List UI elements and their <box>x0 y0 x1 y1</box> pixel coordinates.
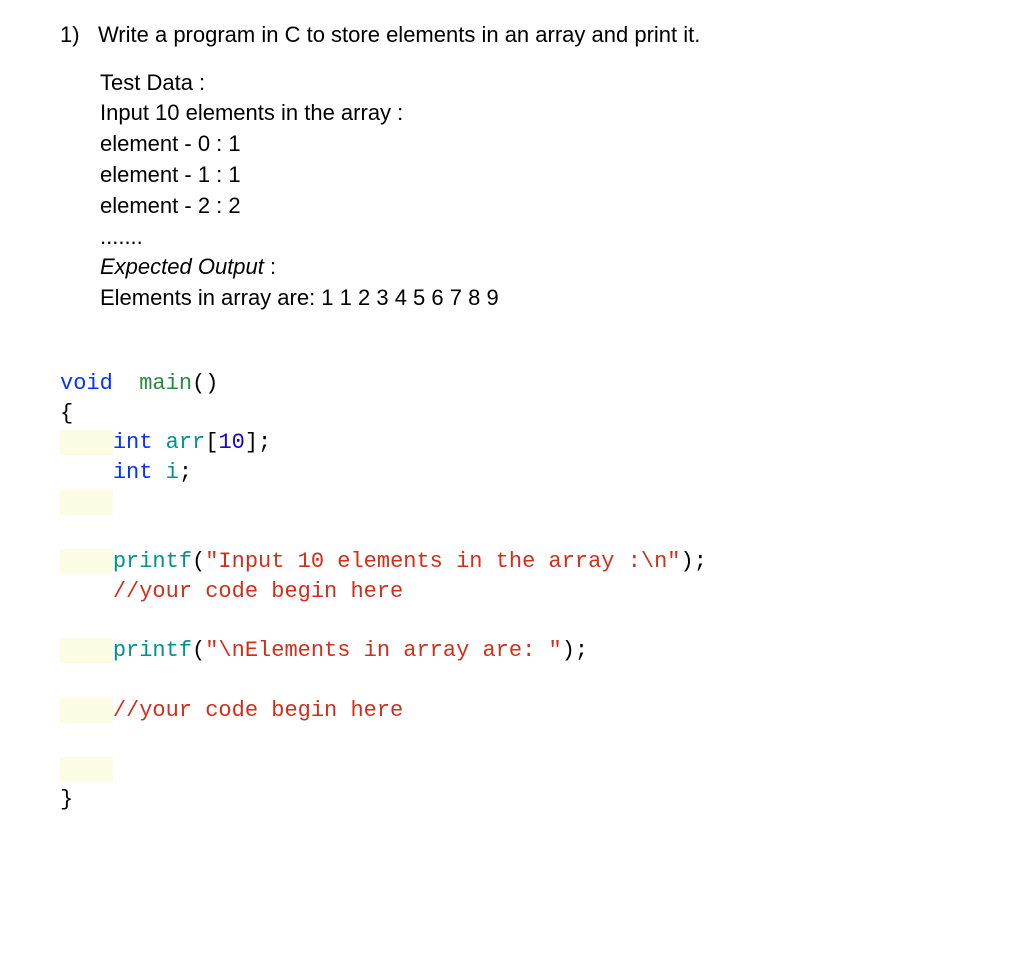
brace-open: { <box>60 401 73 426</box>
paren-close: ); <box>562 638 588 663</box>
fn-printf: printf <box>113 549 192 574</box>
fn-printf: printf <box>113 638 192 663</box>
question-text: Write a program in C to store elements i… <box>98 22 700 47</box>
comment: //your code begin here <box>113 698 403 723</box>
function-main: main <box>139 371 192 396</box>
comment: //your code begin here <box>113 579 403 604</box>
keyword-int: int <box>113 460 153 485</box>
question-block: 1) Write a program in C to store element… <box>60 20 964 314</box>
element-line: element - 0 : 1 <box>100 129 964 160</box>
semicolon: ; <box>179 460 192 485</box>
paren-open: ( <box>192 638 205 663</box>
expected-output-label: Expected Output <box>100 254 264 279</box>
test-data: Test Data : Input 10 elements in the arr… <box>60 68 964 314</box>
expected-colon: : <box>264 254 276 279</box>
parens: () <box>192 371 218 396</box>
dots: ....... <box>100 222 964 253</box>
document-container: 1) Write a program in C to store element… <box>0 0 1024 834</box>
string-literal: "Input 10 elements in the array :\n" <box>205 549 680 574</box>
question-title: 1) Write a program in C to store element… <box>60 20 964 50</box>
element-line: element - 2 : 2 <box>100 191 964 222</box>
test-data-label: Test Data : <box>100 68 964 99</box>
keyword-void: void <box>60 371 113 396</box>
code-block: void main() { int arr[10]; int i; printf… <box>60 369 964 814</box>
string-literal: "\nElements in array are: " <box>205 638 561 663</box>
expected-output-line: Expected Output : <box>100 252 964 283</box>
question-number: 1) <box>60 22 80 47</box>
var-i: i <box>166 460 179 485</box>
paren-open: ( <box>192 549 205 574</box>
keyword-int: int <box>113 430 153 455</box>
input-label: Input 10 elements in the array : <box>100 98 964 129</box>
paren-close: ); <box>681 549 707 574</box>
expected-output: Elements in array are: 1 1 2 3 4 5 6 7 8… <box>100 283 964 314</box>
bracket-open: [ <box>205 430 218 455</box>
brace-close: } <box>60 787 73 812</box>
num-10: 10 <box>218 430 244 455</box>
element-line: element - 1 : 1 <box>100 160 964 191</box>
bracket-close: ]; <box>245 430 271 455</box>
var-arr: arr <box>166 430 206 455</box>
